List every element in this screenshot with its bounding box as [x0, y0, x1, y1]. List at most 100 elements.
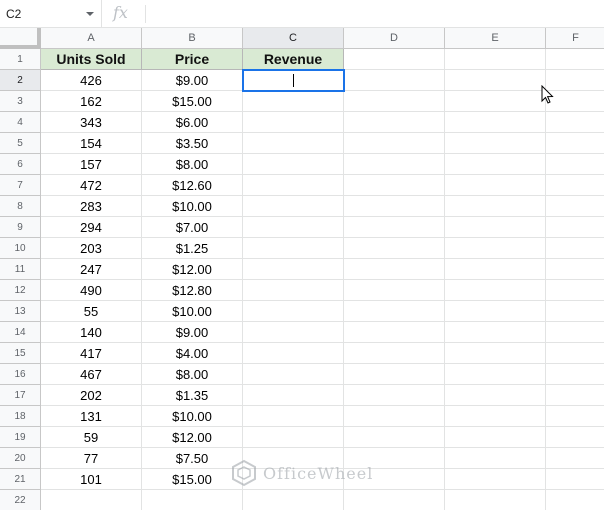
cell-a18[interactable]: 131 [41, 406, 142, 427]
cell-e22[interactable] [445, 490, 546, 510]
cell-f5[interactable] [546, 133, 604, 154]
cell-c6[interactable] [243, 154, 344, 175]
cell-f13[interactable] [546, 301, 604, 322]
cell-b16[interactable]: $8.00 [142, 364, 243, 385]
cell-d4[interactable] [344, 112, 445, 133]
select-all-corner[interactable] [0, 28, 41, 49]
cell-a17[interactable]: 202 [41, 385, 142, 406]
cell-f19[interactable] [546, 427, 604, 448]
cell-c15[interactable] [243, 343, 344, 364]
cell-d18[interactable] [344, 406, 445, 427]
header-cell[interactable]: Revenue [243, 49, 344, 70]
cell-e1[interactable] [445, 49, 546, 70]
cell-b8[interactable]: $10.00 [142, 196, 243, 217]
row-header[interactable]: 10 [0, 238, 41, 259]
row-header[interactable]: 4 [0, 112, 41, 133]
cell-e9[interactable] [445, 217, 546, 238]
cell-d2[interactable] [344, 70, 445, 91]
row-header[interactable]: 7 [0, 175, 41, 196]
cell-f20[interactable] [546, 448, 604, 469]
cell-b20[interactable]: $7.50 [142, 448, 243, 469]
cell-b6[interactable]: $8.00 [142, 154, 243, 175]
cell-c17[interactable] [243, 385, 344, 406]
cell-c8[interactable] [243, 196, 344, 217]
cell-d11[interactable] [344, 259, 445, 280]
cell-b17[interactable]: $1.35 [142, 385, 243, 406]
column-header-e[interactable]: E [445, 28, 546, 49]
cell-e16[interactable] [445, 364, 546, 385]
cell-f22[interactable] [546, 490, 604, 510]
header-cell[interactable]: Price [142, 49, 243, 70]
cell-e4[interactable] [445, 112, 546, 133]
cell-b22[interactable] [142, 490, 243, 510]
cell-e12[interactable] [445, 280, 546, 301]
row-header[interactable]: 18 [0, 406, 41, 427]
cell-f1[interactable] [546, 49, 604, 70]
cell-c10[interactable] [243, 238, 344, 259]
cell-d16[interactable] [344, 364, 445, 385]
cell-b9[interactable]: $7.00 [142, 217, 243, 238]
cell-c11[interactable] [243, 259, 344, 280]
row-header[interactable]: 1 [0, 49, 41, 70]
cell-a2[interactable]: 426 [41, 70, 142, 91]
cell-d19[interactable] [344, 427, 445, 448]
row-header[interactable]: 8 [0, 196, 41, 217]
cell-e11[interactable] [445, 259, 546, 280]
cell-e15[interactable] [445, 343, 546, 364]
cell-b21[interactable]: $15.00 [142, 469, 243, 490]
row-header[interactable]: 5 [0, 133, 41, 154]
cell-d10[interactable] [344, 238, 445, 259]
cell-a3[interactable]: 162 [41, 91, 142, 112]
cell-a11[interactable]: 247 [41, 259, 142, 280]
cell-b10[interactable]: $1.25 [142, 238, 243, 259]
cell-a20[interactable]: 77 [41, 448, 142, 469]
cell-b14[interactable]: $9.00 [142, 322, 243, 343]
row-header[interactable]: 13 [0, 301, 41, 322]
cell-f15[interactable] [546, 343, 604, 364]
cell-a19[interactable]: 59 [41, 427, 142, 448]
cell-e2[interactable] [445, 70, 546, 91]
cell-f14[interactable] [546, 322, 604, 343]
cell-d6[interactable] [344, 154, 445, 175]
header-cell[interactable]: Units Sold [41, 49, 142, 70]
cell-d3[interactable] [344, 91, 445, 112]
cell-d12[interactable] [344, 280, 445, 301]
cell-f11[interactable] [546, 259, 604, 280]
cell-f18[interactable] [546, 406, 604, 427]
cell-d15[interactable] [344, 343, 445, 364]
cell-f6[interactable] [546, 154, 604, 175]
cell-c3[interactable] [243, 91, 344, 112]
cell-f9[interactable] [546, 217, 604, 238]
cell-f17[interactable] [546, 385, 604, 406]
cell-c7[interactable] [243, 175, 344, 196]
cell-e20[interactable] [445, 448, 546, 469]
cell-b7[interactable]: $12.60 [142, 175, 243, 196]
cell-e10[interactable] [445, 238, 546, 259]
cell-b15[interactable]: $4.00 [142, 343, 243, 364]
cell-f10[interactable] [546, 238, 604, 259]
cell-c18[interactable] [243, 406, 344, 427]
cell-e8[interactable] [445, 196, 546, 217]
cell-c14[interactable] [243, 322, 344, 343]
row-header[interactable]: 19 [0, 427, 41, 448]
cell-a22[interactable] [41, 490, 142, 510]
cell-a13[interactable]: 55 [41, 301, 142, 322]
cell-b19[interactable]: $12.00 [142, 427, 243, 448]
cell-b4[interactable]: $6.00 [142, 112, 243, 133]
cell-b11[interactable]: $12.00 [142, 259, 243, 280]
row-header[interactable]: 17 [0, 385, 41, 406]
cell-e13[interactable] [445, 301, 546, 322]
name-box[interactable]: C2 [0, 0, 102, 28]
cell-d14[interactable] [344, 322, 445, 343]
cell-c12[interactable] [243, 280, 344, 301]
row-header[interactable]: 20 [0, 448, 41, 469]
row-header[interactable]: 12 [0, 280, 41, 301]
cell-e3[interactable] [445, 91, 546, 112]
cell-f8[interactable] [546, 196, 604, 217]
row-header[interactable]: 16 [0, 364, 41, 385]
row-header[interactable]: 6 [0, 154, 41, 175]
cell-c13[interactable] [243, 301, 344, 322]
cell-b18[interactable]: $10.00 [142, 406, 243, 427]
cell-a7[interactable]: 472 [41, 175, 142, 196]
formula-input[interactable] [152, 4, 592, 24]
